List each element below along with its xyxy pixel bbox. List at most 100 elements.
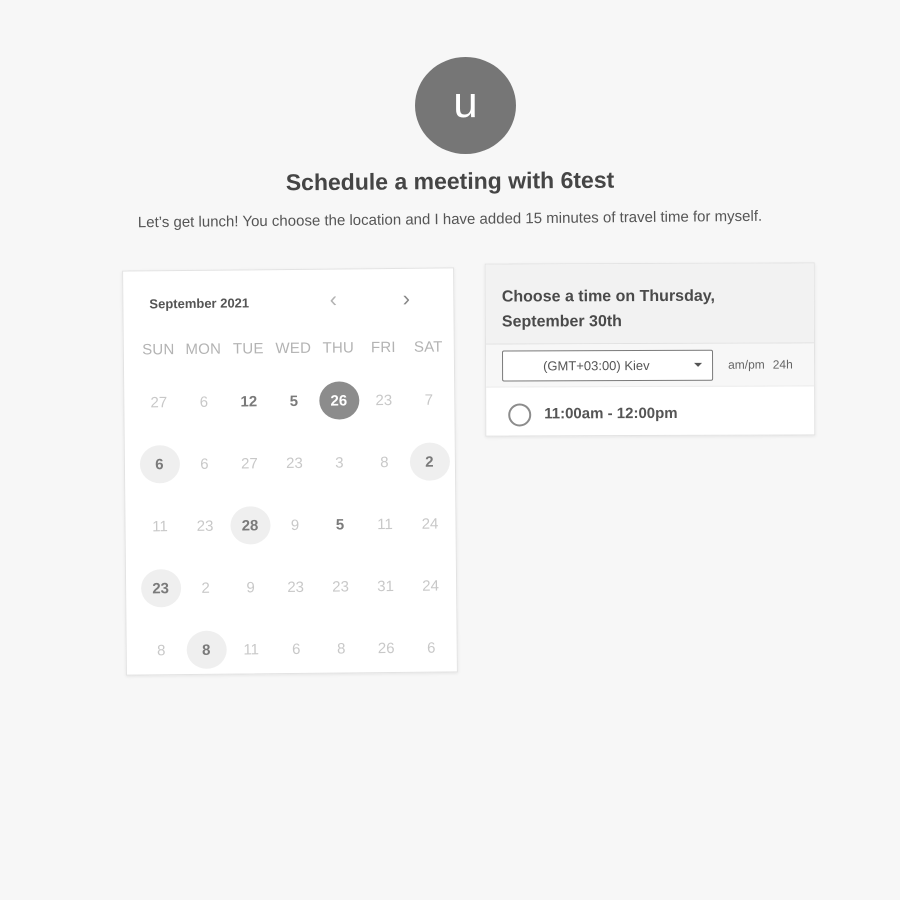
calendar-day-cell: 11 bbox=[137, 495, 183, 557]
calendar-day-cell: 6 bbox=[181, 371, 227, 433]
calendar-day-cell: 6 bbox=[137, 433, 183, 495]
calendar-day: 12 bbox=[240, 392, 258, 410]
format-option-24h[interactable]: 24h bbox=[773, 358, 793, 372]
calendar-header: September 2021 ‹ › bbox=[123, 268, 454, 333]
calendar-day-cell: 8 bbox=[362, 431, 408, 493]
weekday-label: FRI bbox=[370, 338, 396, 357]
calendar-day: 8 bbox=[380, 453, 389, 471]
caret-down-icon bbox=[694, 362, 703, 367]
calendar-day: 2 bbox=[201, 579, 210, 597]
calendar-day: 5 bbox=[289, 392, 299, 410]
time-slot-list: 11:00am - 12:00pm bbox=[486, 386, 814, 435]
calendar-day-cell: 5 bbox=[317, 493, 363, 555]
calendar-day: 6 bbox=[200, 455, 209, 473]
calendar-day: 3 bbox=[335, 453, 344, 472]
calendar-day: 24 bbox=[422, 577, 440, 595]
timezone-value: (GMT+03:00) Kiev bbox=[543, 358, 650, 374]
calendar-day: 6 bbox=[199, 393, 209, 411]
calendar-day-cell: 23 bbox=[138, 557, 184, 619]
calendar-day-cell: 24 bbox=[408, 554, 454, 616]
calendar-day-cell: 28 bbox=[227, 494, 273, 556]
calendar-day-available[interactable]: 28 bbox=[229, 506, 271, 545]
calendar-day-cell: 8 bbox=[138, 619, 184, 681]
calendar-day-cell: 31 bbox=[363, 555, 409, 617]
calendar-day: 8 bbox=[336, 639, 346, 658]
calendar-day: 9 bbox=[246, 578, 255, 596]
calendar-day-grid: 27 6 12 5 26 23 7 6 6 27 23 3 8 2 11 23 28 9 5 11 24 23 2 9 23 23… bbox=[136, 368, 454, 681]
month-label: September 2021 bbox=[149, 295, 250, 312]
calendar-day-cell: 11 bbox=[362, 493, 408, 555]
weekday-label: TUE bbox=[232, 340, 264, 358]
weekday-header-row: SUN MON TUE WED THU FRI SAT bbox=[136, 338, 451, 359]
calendar-day-cell: 3 bbox=[317, 431, 363, 493]
time-selection-card: Choose a time on Thursday, September 30t… bbox=[484, 262, 816, 437]
calendar-day: 24 bbox=[421, 515, 439, 533]
radio-button[interactable] bbox=[508, 403, 532, 427]
timezone-row: (GMT+03:00) Kiev am/pm 24h bbox=[485, 343, 815, 388]
calendar-day-cell: 7 bbox=[406, 368, 452, 430]
weekday-label: MON bbox=[185, 340, 222, 358]
timezone-select[interactable]: (GMT+03:00) Kiev bbox=[502, 349, 714, 382]
calendar-day-cell: 26 bbox=[316, 369, 362, 431]
calendar-day: 23 bbox=[196, 517, 214, 535]
calendar-day-cell: 8 bbox=[318, 617, 364, 679]
calendar-day-cell: 6 bbox=[182, 433, 228, 495]
weekday-label: SUN bbox=[142, 341, 175, 359]
time-card-header: Choose a time on Thursday, September 30t… bbox=[485, 263, 814, 345]
chevron-left-icon[interactable]: ‹ bbox=[322, 287, 344, 312]
calendar-day-available[interactable]: 23 bbox=[140, 569, 181, 608]
format-option-ampm[interactable]: am/pm bbox=[728, 358, 765, 372]
calendar-day-cell: 27 bbox=[227, 432, 273, 494]
calendar-day-cell: 23 bbox=[273, 556, 319, 618]
calendar-day-cell: 23 bbox=[182, 495, 228, 557]
host-avatar: u bbox=[415, 57, 516, 154]
calendar-day: 23 bbox=[332, 577, 350, 596]
calendar-day-cell: 26 bbox=[363, 617, 409, 679]
calendar-day: 6 bbox=[291, 640, 301, 658]
calendar-day-cell: 6 bbox=[273, 618, 319, 680]
weekday-label: WED bbox=[275, 339, 312, 358]
calendar-day-available[interactable]: 6 bbox=[139, 445, 180, 484]
calendar-day-cell: 9 bbox=[272, 494, 318, 556]
calendar-day-cell: 5 bbox=[271, 370, 317, 432]
calendar-day-cell: 23 bbox=[272, 432, 318, 494]
time-card-title: Choose a time on Thursday, September 30t… bbox=[501, 287, 715, 331]
weekday-label: THU bbox=[322, 339, 355, 357]
calendar-day: 11 bbox=[377, 515, 393, 533]
calendar-day: 6 bbox=[426, 639, 436, 657]
calendar-day: 7 bbox=[424, 391, 434, 409]
calendar-day: 31 bbox=[377, 577, 395, 595]
calendar-day: 23 bbox=[287, 578, 305, 596]
page-title: Schedule a meeting with 6test bbox=[285, 166, 615, 196]
calendar-day: 26 bbox=[377, 639, 395, 657]
calendar-day: 27 bbox=[150, 393, 168, 411]
calendar-day-selected[interactable]: 26 bbox=[318, 381, 360, 420]
time-format-toggle: am/pm 24h bbox=[728, 358, 793, 372]
calendar-day: 11 bbox=[243, 640, 260, 658]
calendar-day-cell: 27 bbox=[136, 371, 182, 433]
weekday-label: SAT bbox=[413, 338, 443, 356]
calendar-day-cell: 9 bbox=[228, 556, 274, 618]
calendar-day-available[interactable]: 8 bbox=[186, 630, 227, 670]
calendar-day: 8 bbox=[156, 641, 166, 659]
calendar-day: 5 bbox=[335, 515, 345, 534]
calendar-day-cell: 8 bbox=[183, 619, 229, 681]
calendar-day: 11 bbox=[152, 517, 168, 535]
calendar-day-cell: 12 bbox=[226, 370, 272, 432]
calendar-day-cell: 23 bbox=[318, 555, 364, 617]
calendar-day-available[interactable]: 2 bbox=[409, 442, 450, 481]
calendar-day-cell: 2 bbox=[407, 430, 453, 492]
calendar-day: 23 bbox=[375, 391, 393, 409]
calendar-card: September 2021 ‹ › SUN MON TUE WED THU FRI SAT… bbox=[122, 267, 458, 676]
time-slot-label: 11:00am - 12:00pm bbox=[544, 404, 678, 423]
time-slot-option[interactable]: 11:00am - 12:00pm bbox=[486, 386, 814, 435]
calendar-day: 9 bbox=[290, 516, 300, 534]
calendar-day-cell: 23 bbox=[361, 369, 407, 431]
calendar-day: 23 bbox=[285, 454, 303, 472]
calendar-day-cell: 11 bbox=[228, 618, 274, 680]
calendar-day: 27 bbox=[240, 454, 258, 472]
chevron-right-icon[interactable]: › bbox=[395, 286, 417, 311]
calendar-day-cell: 24 bbox=[407, 492, 453, 554]
meeting-description: Let’s get lunch! You choose the location… bbox=[137, 207, 763, 232]
calendar-day-cell: 6 bbox=[408, 616, 454, 678]
